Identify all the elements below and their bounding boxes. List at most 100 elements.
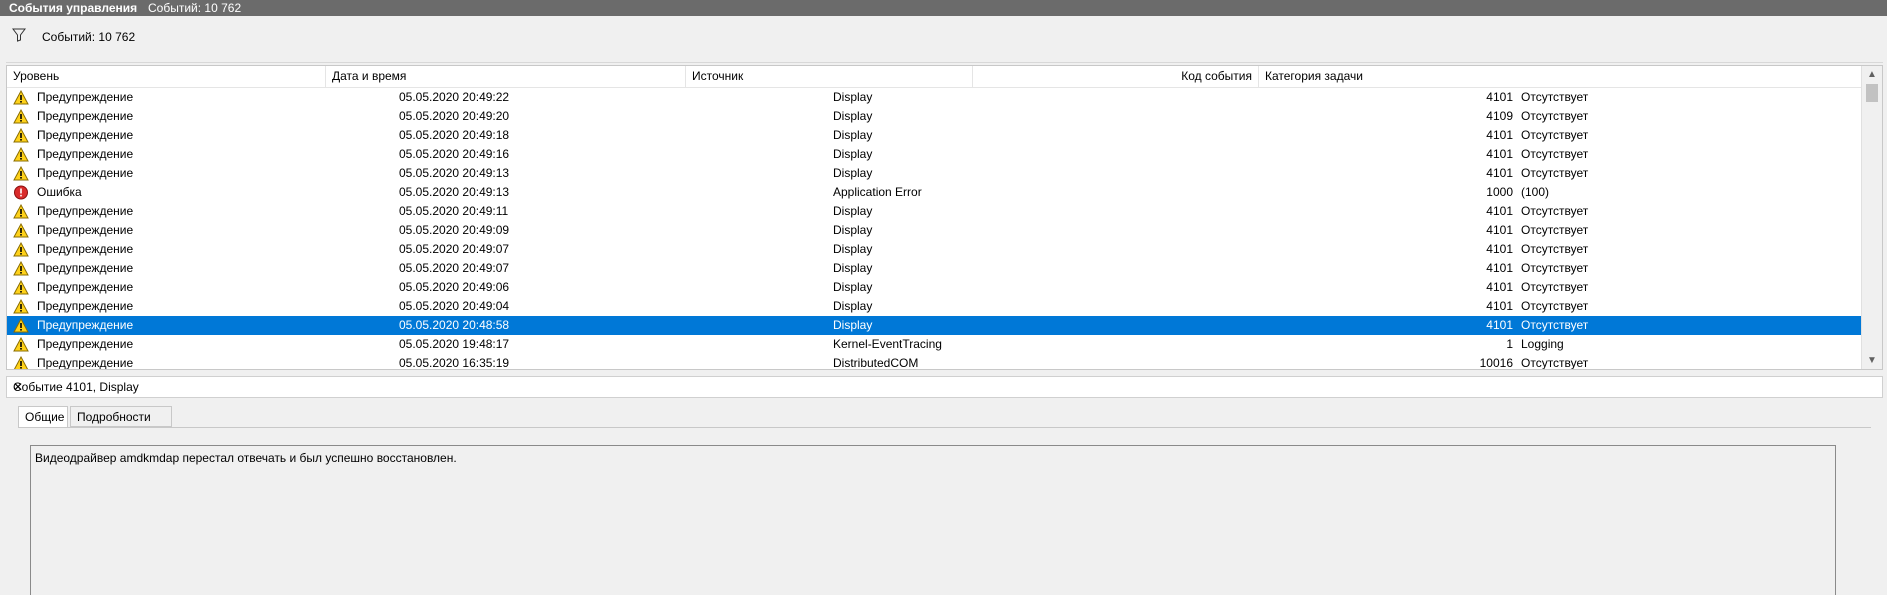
column-header-level[interactable]: Уровень [7,66,326,87]
detail-pane-header: Событие 4101, Display ✕ [6,376,1883,398]
row-datetime: 05.05.2020 20:49:07 [399,242,510,256]
row-task-category: Отсутствует [1521,280,1589,294]
row-level: Предупреждение [37,90,134,104]
row-event-id: 1000 [1486,185,1513,199]
row-level: Предупреждение [37,223,134,237]
row-event-id: 4101 [1486,128,1513,142]
row-task-category: Отсутствует [1521,261,1589,275]
row-source: Display [833,128,873,142]
filter-icon[interactable] [12,28,26,42]
filter-count: Событий: 10 762 [42,30,136,44]
events-list[interactable]: Уровень Дата и время Источник Код событи… [6,65,1883,370]
row-task-category: Отсутствует [1521,90,1589,104]
scroll-down-icon[interactable]: ▼ [1862,352,1882,369]
row-datetime: 05.05.2020 20:49:16 [399,147,510,161]
window-title: События управления [9,1,138,15]
row-level: Предупреждение [37,166,134,180]
row-event-id: 4101 [1486,204,1513,218]
row-source: Display [833,261,873,275]
event-rows: Предупреждение 05.05.2020 20:49:22 Display… [7,88,1862,370]
row-event-id: 4101 [1486,299,1513,313]
list-header: Уровень Дата и время Источник Код событи… [7,66,1862,88]
row-task-category: (100) [1521,185,1550,199]
row-task-category: Отсутствует [1521,299,1589,313]
row-event-id: 4101 [1486,166,1513,180]
table-row[interactable]: Предупреждение 05.05.2020 20:49:18 Display… [7,126,1862,145]
row-source: Display [833,223,873,237]
row-level: Предупреждение [37,299,134,313]
window-title-bar: События управления Событий: 10 762 [0,0,1887,16]
row-datetime: 05.05.2020 20:48:58 [399,318,510,332]
row-datetime: 05.05.2020 20:49:09 [399,223,510,237]
row-source: Kernel-EventTracing [833,337,942,351]
row-task-category: Отсутствует [1521,109,1589,123]
table-row[interactable]: Предупреждение 05.05.2020 20:49:11 Display… [7,202,1862,221]
event-message: Видеодрайвер amdkmdap перестал отвечать … [35,451,457,465]
row-event-id: 4101 [1486,147,1513,161]
table-row[interactable]: Предупреждение 05.05.2020 20:48:58 Display… [7,316,1862,335]
table-row[interactable]: Предупреждение 05.05.2020 20:49:09 Display… [7,221,1862,240]
row-datetime: 05.05.2020 20:49:22 [399,90,510,104]
row-datetime: 05.05.2020 20:49:13 [399,166,510,180]
table-row[interactable]: Предупреждение 05.05.2020 19:48:17 Kernel-… [7,335,1862,354]
row-datetime: 05.05.2020 20:49:04 [399,299,510,313]
scroll-thumb[interactable] [1866,84,1878,102]
row-event-id: 10016 [1479,356,1513,370]
row-task-category: Отсутствует [1521,223,1589,237]
row-event-id: 4101 [1486,280,1513,294]
row-task-category: Logging [1521,337,1564,351]
row-source: Display [833,147,873,161]
table-row[interactable]: Предупреждение 05.05.2020 20:49:04 Display… [7,297,1862,316]
row-level: Предупреждение [37,337,134,351]
row-task-category: Отсутствует [1521,242,1589,256]
column-header-task-category[interactable]: Категория задачи [1259,66,1862,87]
window-event-count: Событий: 10 762 [148,1,242,15]
row-source: Display [833,90,873,104]
table-row[interactable]: Предупреждение 05.05.2020 20:49:07 Display… [7,240,1862,259]
row-event-id: 4101 [1486,318,1513,332]
row-event-id: 4109 [1486,109,1513,123]
table-row[interactable]: Предупреждение 05.05.2020 20:49:13 Display… [7,164,1862,183]
row-task-category: Отсутствует [1521,356,1589,370]
table-row[interactable]: Предупреждение 05.05.2020 16:35:19 Distrib… [7,354,1862,370]
row-source: Display [833,109,873,123]
row-source: Display [833,299,873,313]
table-row[interactable]: Предупреждение 05.05.2020 20:49:20 Display… [7,107,1862,126]
row-event-id: 4101 [1486,261,1513,275]
table-row[interactable]: Предупреждение 05.05.2020 20:49:07 Display… [7,259,1862,278]
row-event-id: 4101 [1486,223,1513,237]
row-datetime: 05.05.2020 20:49:06 [399,280,510,294]
row-level: Предупреждение [37,147,134,161]
row-level: Предупреждение [37,261,134,275]
tab-details[interactable]: Подробности [70,406,172,427]
close-icon[interactable]: ✕ [13,380,1872,394]
column-header-source[interactable]: Источник [686,66,973,87]
scroll-up-icon[interactable]: ▲ [1862,66,1882,83]
row-event-id: 4101 [1486,90,1513,104]
row-task-category: Отсутствует [1521,128,1589,142]
row-source: Display [833,318,873,332]
row-datetime: 05.05.2020 20:49:13 [399,185,510,199]
filter-bar: Событий: 10 762 [6,22,1883,63]
general-tab-panel: Видеодрайвер amdkmdap перестал отвечать … [18,427,1871,595]
row-event-id: 4101 [1486,242,1513,256]
row-task-category: Отсутствует [1521,147,1589,161]
table-row[interactable]: Предупреждение 05.05.2020 20:49:06 Display… [7,278,1862,297]
table-row[interactable]: Ошибка 05.05.2020 20:49:13 Application Err… [7,183,1862,202]
row-level: Предупреждение [37,280,134,294]
row-datetime: 05.05.2020 20:49:11 [399,204,509,218]
tab-general[interactable]: Общие [18,406,68,428]
row-level: Предупреждение [37,109,134,123]
row-source: Display [833,204,873,218]
row-source: Display [833,166,873,180]
table-row[interactable]: Предупреждение 05.05.2020 20:49:16 Display… [7,145,1862,164]
row-task-category: Отсутствует [1521,166,1589,180]
vertical-scrollbar[interactable]: ▲ ▼ [1861,66,1882,369]
row-level: Предупреждение [37,318,134,332]
row-source: Application Error [833,185,922,199]
row-level: Предупреждение [37,204,134,218]
column-header-event-id[interactable]: Код события [973,66,1259,87]
column-header-datetime[interactable]: Дата и время [326,66,686,87]
table-row[interactable]: Предупреждение 05.05.2020 20:49:22 Display… [7,88,1862,107]
row-source: DistributedCOM [833,356,919,370]
